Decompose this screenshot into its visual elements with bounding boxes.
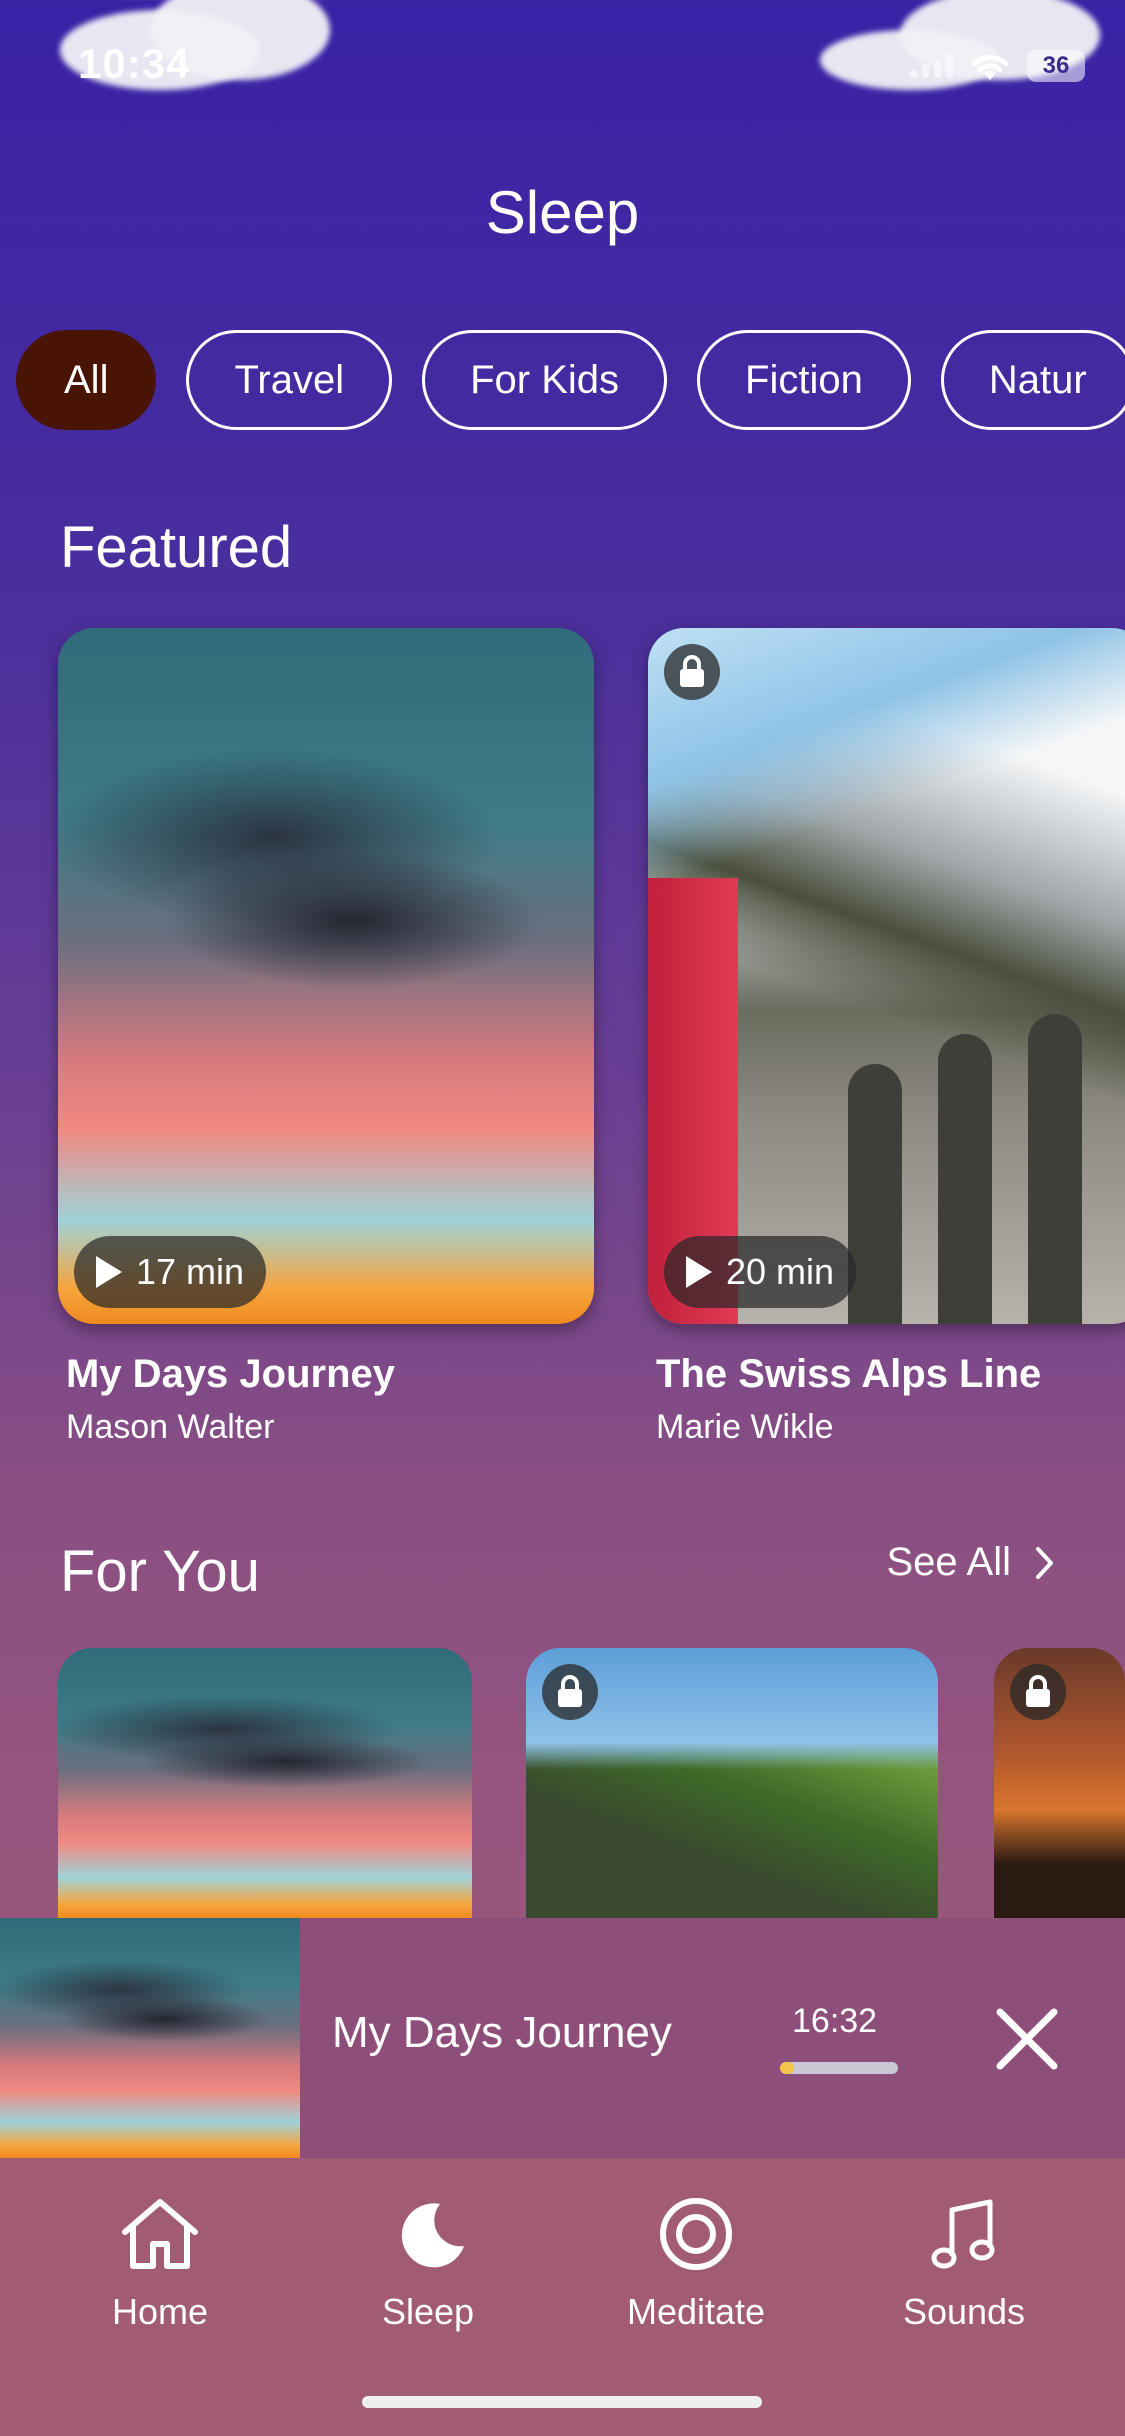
status-time: 10:34 [78, 40, 191, 87]
card-author: Marie Wikle [656, 1408, 834, 1446]
chip-all[interactable]: All [16, 330, 157, 430]
chip-for-kids[interactable]: For Kids [422, 330, 668, 430]
category-filter-row: All Travel For Kids Fiction Natur [16, 330, 1125, 430]
chip-travel[interactable]: Travel [186, 330, 393, 430]
mini-player-time: 16:32 [792, 2002, 878, 2040]
featured-card-my-days-journey[interactable]: 17 min [58, 628, 594, 1324]
for-you-heading: For You [60, 1539, 260, 1604]
chevron-right-icon [1036, 1546, 1053, 1579]
lock-icon [1010, 1664, 1066, 1720]
card-title[interactable]: My Days Journey [66, 1352, 395, 1397]
duration-badge[interactable]: 20 min [664, 1236, 857, 1308]
target-icon [660, 2198, 732, 2270]
featured-card-swiss-alps-line[interactable]: 20 min [648, 628, 1125, 1324]
mini-player-artwork [0, 1918, 300, 2158]
mini-player-title[interactable]: My Days Journey [332, 2008, 672, 2058]
battery-icon: 36 [1027, 50, 1085, 82]
card-title[interactable]: The Swiss Alps Line [656, 1352, 1041, 1397]
chip-fiction[interactable]: Fiction [697, 330, 911, 430]
duration-badge[interactable]: 17 min [74, 1236, 267, 1308]
close-icon[interactable] [994, 2006, 1060, 2072]
progress-fill [780, 2062, 795, 2074]
featured-heading: Featured [60, 515, 293, 580]
tab-sounds[interactable]: Sounds [864, 2196, 1064, 2333]
chip-nature[interactable]: Natur [940, 330, 1125, 430]
music-note-icon [931, 2199, 995, 2269]
play-icon [686, 1256, 712, 1288]
signal-icon [910, 54, 953, 78]
bridge-arch [848, 1064, 902, 1324]
tab-home[interactable]: Home [60, 2196, 260, 2333]
lock-icon [664, 644, 720, 700]
wifi-icon [971, 55, 1009, 80]
bridge-arch [1028, 1014, 1082, 1324]
tab-sleep[interactable]: Sleep [328, 2196, 528, 2333]
see-all-link[interactable]: See All [886, 1540, 1055, 1585]
page-title: Sleep [485, 179, 640, 246]
moon-icon [401, 2203, 464, 2268]
status-icons: 36 [910, 50, 1085, 82]
for-you-card[interactable] [994, 1648, 1125, 1918]
for-you-card[interactable] [526, 1648, 938, 1918]
lock-icon [542, 1664, 598, 1720]
mini-player-progress[interactable] [780, 2062, 898, 2074]
for-you-card[interactable] [58, 1648, 472, 1918]
bridge-arch [938, 1034, 992, 1324]
card-author: Mason Walter [66, 1408, 275, 1446]
home-icon [122, 2199, 198, 2269]
home-indicator [362, 2396, 762, 2408]
tab-meditate[interactable]: Meditate [596, 2196, 796, 2333]
play-icon [96, 1256, 122, 1288]
